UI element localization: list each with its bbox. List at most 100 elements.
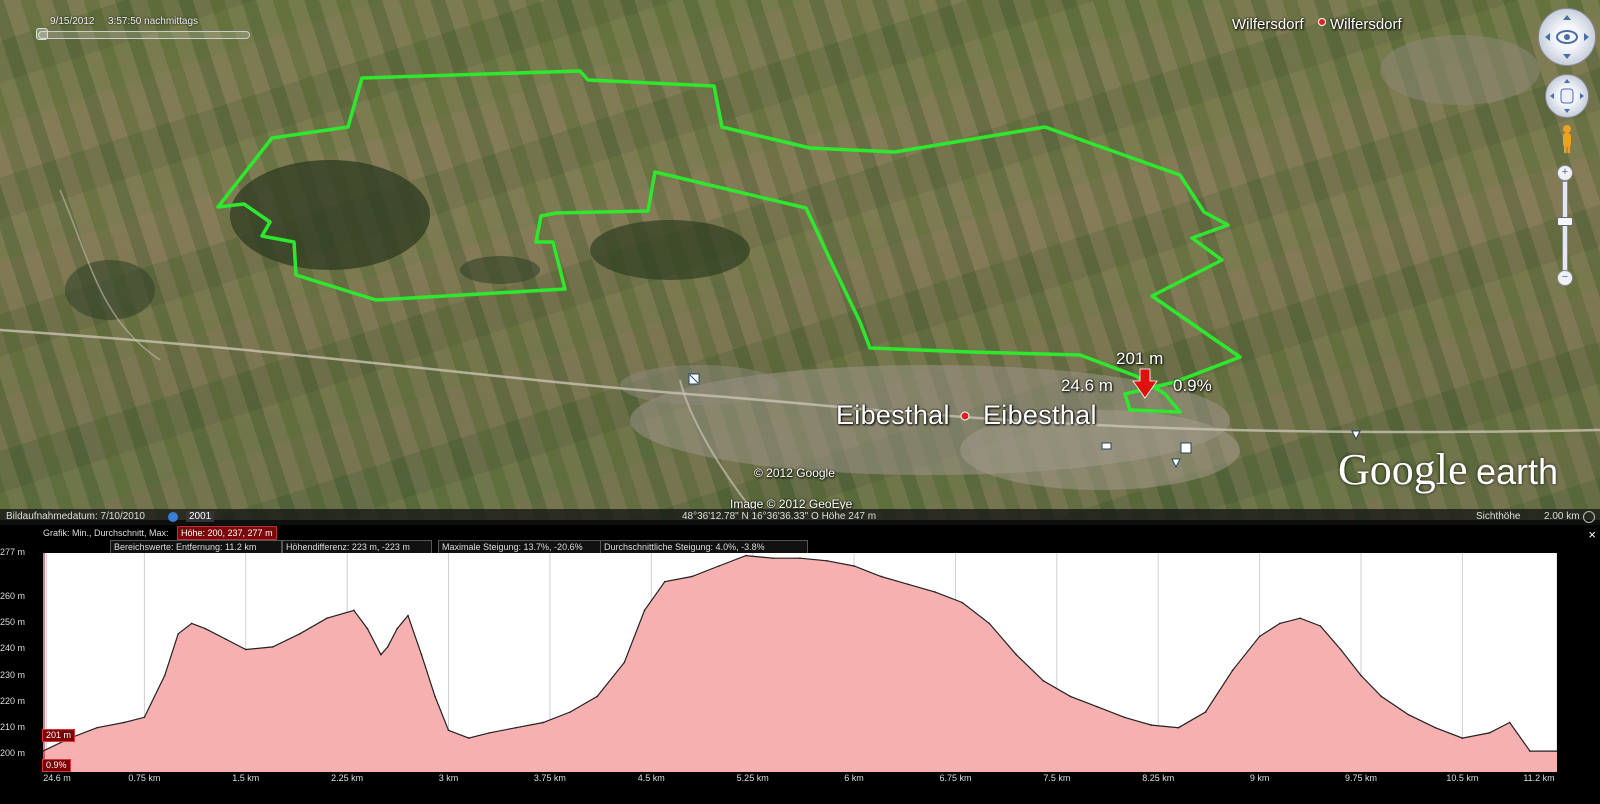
elevation-point xyxy=(1204,711,1207,713)
town-label-wilfersdorf-a[interactable]: Wilfersdorf xyxy=(1232,16,1304,33)
marker-distance: 24.6 m xyxy=(1061,376,1113,395)
status-bar: Bildaufnahmedatum: 7/10/2010 2001 48°36'… xyxy=(0,509,1600,525)
elevation-point xyxy=(643,609,646,612)
elevation-point xyxy=(488,732,490,734)
x-tick-label: 3 km xyxy=(438,773,459,783)
historical-imagery-icon[interactable] xyxy=(168,512,178,522)
x-tick-label: 10.5 km xyxy=(1446,773,1479,783)
x-tick-label: 6.75 km xyxy=(939,773,972,783)
zoom-slider-thumb[interactable] xyxy=(1557,217,1573,226)
time-slider[interactable]: 9/15/2012 3:57:50 nachmittags xyxy=(34,15,250,41)
elevation-point xyxy=(366,627,369,630)
google-earth-logo: Google earth xyxy=(1338,444,1558,495)
elevation-profile-panel: Grafik: Min., Durchschnitt, Max: Höhe: 2… xyxy=(0,525,1600,804)
elevation-point xyxy=(447,729,450,732)
elevation-point xyxy=(1407,713,1410,716)
graph-label: Grafik: Min., Durchschnitt, Max: xyxy=(43,528,169,538)
elevation-point xyxy=(961,601,964,604)
zoom-slider-track[interactable] xyxy=(1562,181,1568,271)
elevation-point xyxy=(853,565,855,567)
elevation-point xyxy=(224,638,227,640)
streaming-indicator-icon xyxy=(1583,511,1595,523)
close-profile-button[interactable]: × xyxy=(1588,527,1596,542)
x-tick-label: 0.75 km xyxy=(128,773,161,783)
elevation-point xyxy=(177,633,179,635)
town-dot xyxy=(1318,18,1326,26)
poi-icon[interactable] xyxy=(1101,442,1112,450)
cursor-slope-tag: 0.9% xyxy=(42,759,71,772)
copyright-google: © 2012 Google xyxy=(754,466,835,480)
elevation-point xyxy=(1319,625,1322,627)
elevation-point xyxy=(826,560,828,562)
eye-altitude-label: Sichthöhe xyxy=(1476,511,1521,522)
map-view[interactable]: 9/15/2012 3:57:50 nachmittags Wilfersdor… xyxy=(0,0,1600,520)
elevation-point xyxy=(468,737,470,739)
poi-icon[interactable] xyxy=(688,373,700,385)
time-slider-thumb[interactable] xyxy=(36,28,48,40)
poi-icon[interactable] xyxy=(1351,430,1361,441)
elevation-point xyxy=(1069,695,1072,698)
elevation-chart-svg[interactable] xyxy=(42,553,1558,772)
elevation-point xyxy=(420,653,423,656)
x-tick-label: 1.5 km xyxy=(232,773,260,783)
range-distance: Bereichswerte: Entfernung: 11.2 km xyxy=(110,540,282,554)
x-tick-label: 3.75 km xyxy=(533,773,566,783)
forest-patch xyxy=(65,260,155,320)
zoom-in-button[interactable]: + xyxy=(1557,165,1573,181)
town-dot xyxy=(960,411,970,421)
elevation-point xyxy=(907,583,909,586)
y-tick-label: 200 m xyxy=(0,747,26,758)
x-tick-label: 6 km xyxy=(844,773,864,783)
y-tick-label: 220 m xyxy=(0,695,26,706)
elevation-chart[interactable] xyxy=(42,553,1558,772)
x-tick-label: 7.5 km xyxy=(1043,773,1071,783)
move-control[interactable] xyxy=(1545,74,1589,118)
elevation-point xyxy=(1529,750,1531,752)
y-tick-label: 277 m xyxy=(0,547,26,557)
elevation-point xyxy=(664,580,666,583)
elevation-point xyxy=(1434,726,1437,729)
elevation-point xyxy=(1360,674,1362,677)
x-tick-label: 9 km xyxy=(1249,773,1270,783)
elevation-point xyxy=(163,674,166,677)
elevation-point xyxy=(204,627,207,630)
elevation-point xyxy=(1299,617,1301,619)
elevation-point xyxy=(745,554,747,557)
navigation-controls: + − xyxy=(1530,0,1600,300)
year-badge[interactable]: 2001 xyxy=(186,511,215,522)
elevation-point xyxy=(434,695,436,698)
marker-slope: 0.9% xyxy=(1173,376,1212,395)
time-slider-track[interactable] xyxy=(38,31,250,39)
elevation-point xyxy=(190,622,193,625)
time-slider-date: 9/15/2012 xyxy=(50,16,95,27)
elevation-point xyxy=(1042,679,1045,682)
y-tick-label: 230 m xyxy=(0,669,26,680)
elevation-point xyxy=(1015,653,1018,656)
max-slope: Maximale Steigung: 13.7%, -20.6% xyxy=(438,540,602,554)
elevation-point xyxy=(380,653,382,656)
zoom-out-button[interactable]: − xyxy=(1557,270,1573,286)
elevation-point xyxy=(623,661,626,664)
forest-patch xyxy=(590,220,750,280)
street-view-pegman-icon[interactable] xyxy=(1561,124,1573,154)
elevation-point xyxy=(1123,716,1126,719)
town-label-eibesthal-b[interactable]: Eibesthal xyxy=(983,400,1097,431)
x-tick-label: 24.6 m xyxy=(43,773,71,783)
village-patch xyxy=(1380,35,1540,105)
eye-altitude-value: 2.00 km xyxy=(1544,511,1580,522)
town-label-wilfersdorf-b[interactable]: Wilfersdorf xyxy=(1330,16,1402,33)
poi-icon[interactable] xyxy=(1180,442,1192,454)
hand-icon xyxy=(1550,79,1584,113)
elevation-point xyxy=(407,614,409,617)
look-control[interactable] xyxy=(1538,8,1596,66)
elevation-point xyxy=(772,557,774,560)
elevation-point xyxy=(1258,635,1261,638)
map-overlay xyxy=(0,18,1600,520)
elevation-stats[interactable]: Höhe: 200, 237, 277 m xyxy=(177,526,277,540)
elevation-point xyxy=(96,726,98,729)
elevation-point xyxy=(515,726,517,729)
elevation-point xyxy=(569,711,571,713)
x-tick-label: 9.75 km xyxy=(1344,773,1377,783)
town-label-eibesthal-a[interactable]: Eibesthal xyxy=(836,400,950,431)
elevation-point xyxy=(1461,737,1464,739)
